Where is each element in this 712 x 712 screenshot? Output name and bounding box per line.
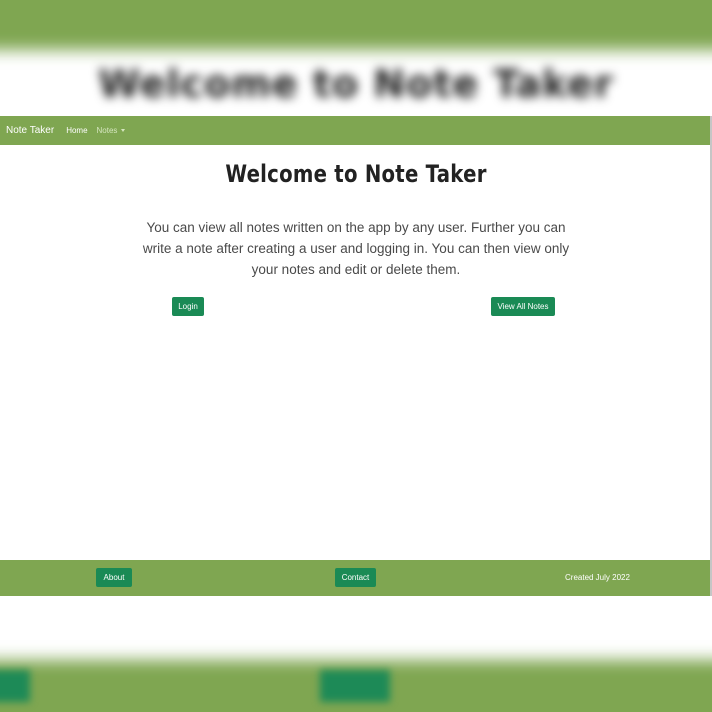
- intro-line: You can view all notes written on the ap…: [146, 220, 566, 235]
- contact-button[interactable]: Contact: [335, 568, 376, 587]
- page-title: Welcome to Note Taker: [225, 160, 487, 188]
- intro-line: write a note after creating a user and l…: [142, 241, 570, 256]
- footer: About Contact Created July 2022: [0, 560, 712, 596]
- blurred-button-left: [0, 670, 30, 702]
- app-page: Note Taker Home Notes Welcome to Note Ta…: [0, 116, 712, 596]
- intro-line: your notes and edit or delete them.: [251, 262, 461, 277]
- blurred-header-band: [0, 0, 712, 50]
- login-button[interactable]: Login: [172, 297, 204, 316]
- nav-dropdown-notes-label: Notes: [96, 126, 118, 135]
- caret-down-icon: [121, 129, 126, 132]
- blurred-title: Welcome to Note Taker: [98, 62, 614, 106]
- navbar: Note Taker Home Notes: [0, 116, 712, 145]
- footer-created-text: Created July 2022: [565, 573, 630, 582]
- nav-dropdown-notes[interactable]: Notes: [97, 126, 126, 135]
- about-button[interactable]: About: [96, 568, 132, 587]
- view-all-notes-button[interactable]: View All Notes: [491, 297, 555, 316]
- blurred-button-middle: [320, 670, 390, 702]
- navbar-brand[interactable]: Note Taker: [6, 125, 54, 136]
- nav-link-home[interactable]: Home: [66, 126, 87, 135]
- intro-paragraph: You can view all notes written on the ap…: [126, 217, 586, 280]
